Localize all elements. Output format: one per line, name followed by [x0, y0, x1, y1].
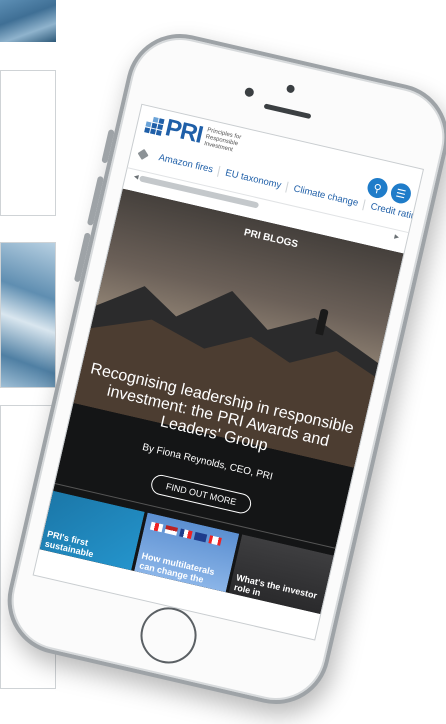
scroll-right-icon[interactable]: ▶ — [394, 233, 400, 241]
search-icon[interactable]: ⚲ — [365, 176, 390, 200]
background-panel-2 — [0, 70, 56, 216]
menu-icon[interactable]: ☰ — [388, 181, 413, 206]
article-card[interactable]: What's the investor role in — [228, 534, 334, 615]
logo-subtitle: Principles for Responsible Investment — [203, 126, 242, 153]
nav-link-amazon-fires[interactable]: Amazon fires — [151, 150, 221, 177]
scroll-left-icon[interactable]: ◀ — [133, 173, 139, 181]
logo-text: PRI — [162, 114, 205, 149]
article-card[interactable]: PRI's first sustainable — [39, 490, 145, 571]
phone-mockup: PRI Principles for Responsible Investmen… — [0, 23, 446, 715]
background-thumbnail-3 — [0, 242, 56, 388]
phone-screen: PRI Principles for Responsible Investmen… — [32, 103, 425, 641]
tag-icon — [137, 148, 149, 160]
pri-logo-mark-icon — [144, 115, 165, 136]
article-card[interactable]: How multilaterals can change the — [134, 512, 240, 593]
background-thumbnail-1 — [0, 0, 56, 42]
